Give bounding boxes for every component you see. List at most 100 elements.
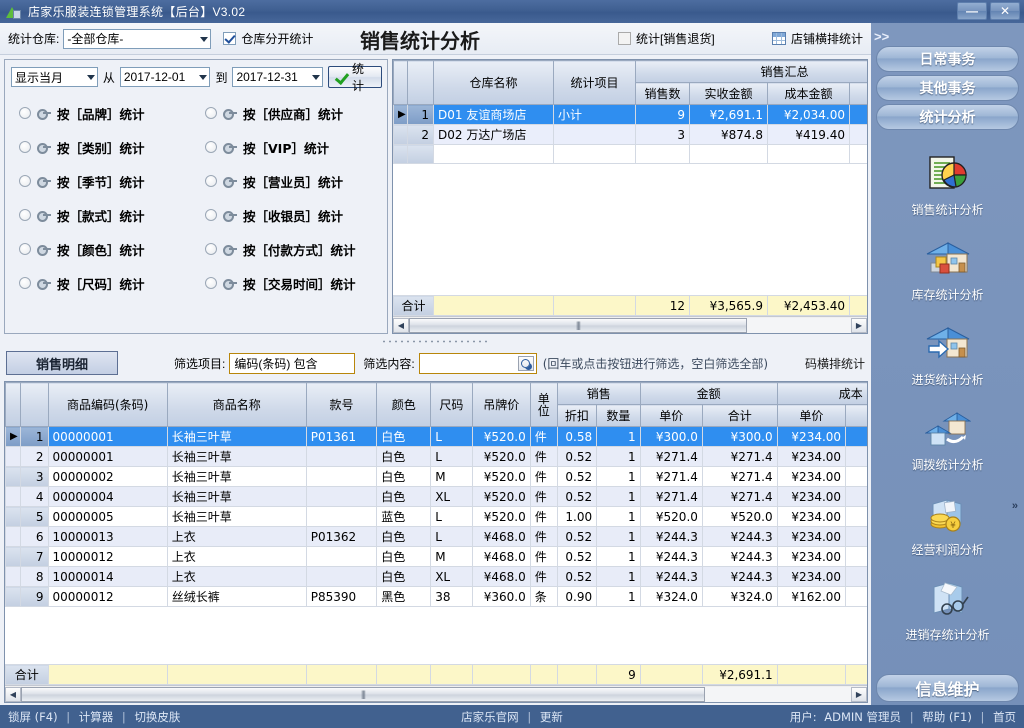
detail-toolbar: 销售明细 筛选项目: 编码(条码) 包含 筛选内容: (回车或点击按钮进行筛选，… [0,349,871,377]
table-row[interactable]: 2 00000001 长袖三叶草 白色 L ¥520.0 件 0.52 1 ¥2… [6,447,869,467]
col-sales-qty[interactable]: 销售数 [636,83,690,105]
option-brand[interactable]: 按［品牌］统计 [5,96,197,130]
panel-splitter[interactable] [0,336,871,346]
scroll-left-icon[interactable]: ◀ [5,687,21,702]
scroll-track[interactable] [705,687,851,702]
calculator-link[interactable]: 计算器 [79,710,114,724]
date-from-picker[interactable]: 2017-12-01 [120,67,211,87]
returns-checkbox[interactable]: 统计[销售退货] [618,30,715,47]
cell-qty: 1 [597,487,641,507]
table-row[interactable]: 4 00000004 长袖三叶草 白色 XL ¥520.0 件 0.52 1 ¥… [6,487,869,507]
table-row[interactable]: ▶ 1 00000001 长袖三叶草 P01361 白色 L ¥520.0 件 … [6,427,869,447]
col-cost-total[interactable]: 合计 [846,405,868,427]
table-row[interactable]: 2 D02 万达广场店 3 ¥874.8 ¥419.40 [394,125,869,145]
col-amount-total[interactable]: 合计 [702,405,777,427]
col-received-amount[interactable]: 实收金额 [690,83,768,105]
summary-grid[interactable]: 仓库名称 统计项目 销售汇总 销售数 实收金额 成本金额 吊 ▶ 1 D01 友… [392,59,868,334]
col-product-name[interactable]: 商品名称 [167,383,306,427]
scroll-right-icon[interactable]: ▶ [851,687,867,702]
table-row[interactable]: 7 10000012 上衣 白色 M ¥468.0 件 0.52 1 ¥244.… [6,547,869,567]
chevron-down-icon [200,37,208,42]
period-select[interactable]: 显示当月 [11,67,98,87]
home-link[interactable]: 首页 [993,710,1016,724]
skin-switch-link[interactable]: 切换皮肤 [134,710,180,724]
sidebar-item-purchase-stats[interactable]: 进货统计分析 [871,320,1024,405]
col-tag-price[interactable]: 吊牌价 [472,383,530,427]
sidebar-item-profit-analysis[interactable]: ¥ 经营利润分析 [871,490,1024,575]
option-trade-time[interactable]: 按［交易时间］统计 [197,266,389,300]
col-cost-unit[interactable]: 单价 [777,405,845,427]
scroll-track[interactable] [747,318,851,333]
scroll-right-icon[interactable]: ▶ [851,318,867,333]
radio-icon [205,141,217,153]
option-vip[interactable]: 按［VIP］统计 [197,130,389,164]
sidebar-item-sales-stats[interactable]: 销售统计分析 [871,150,1024,235]
close-button[interactable]: ✕ [990,2,1020,20]
col-product-code[interactable]: 商品编码(条码) [48,383,167,427]
scroll-left-icon[interactable]: ◀ [393,318,409,333]
option-salesperson[interactable]: 按［营业员］统计 [197,164,389,198]
sidebar-group-other[interactable]: 其他事务 [876,75,1019,101]
col-warehouse-name[interactable]: 仓库名称 [434,61,554,105]
table-row[interactable]: ▶ 1 D01 友谊商场店 小计 9 ¥2,691.1 ¥2,034.00 [394,105,869,125]
col-stat-item[interactable]: 统计项目 [554,61,636,105]
option-season[interactable]: 按［季节］统计 [5,164,197,198]
help-link[interactable]: 帮助 (F1) [922,710,972,724]
cell-warehouse: D02 万达广场店 [434,125,554,145]
sidebar-item-inventory-stats[interactable]: 库存统计分析 [871,235,1024,320]
option-size[interactable]: 按［尺码］统计 [5,266,197,300]
cell-empty [690,145,768,164]
tab-sales-detail[interactable]: 销售明细 [6,351,118,375]
period-select-value: 显示当月 [15,69,63,86]
minimize-button[interactable]: — [957,2,987,20]
scroll-down-icon[interactable]: » [1012,500,1018,512]
filter-content-input[interactable] [419,353,537,374]
date-to-picker[interactable]: 2017-12-31 [232,67,323,87]
table-row[interactable]: 3 00000002 长袖三叶草 白色 M ¥520.0 件 0.52 1 ¥2… [6,467,869,487]
expand-panel-icon[interactable]: >> [874,29,889,44]
col-size[interactable]: 尺码 [431,383,472,427]
table-row[interactable]: 8 10000014 上衣 白色 XL ¥468.0 件 0.52 1 ¥244… [6,567,869,587]
col-cost-amount[interactable]: 成本金额 [768,83,850,105]
col-amount-unit[interactable]: 单价 [640,405,702,427]
option-cashier[interactable]: 按［收银员］统计 [197,198,389,232]
cell-cost-total: ¥234.0 [846,527,868,547]
col-color[interactable]: 颜色 [377,383,431,427]
col-unit[interactable]: 单位 [530,383,557,427]
lock-screen-link[interactable]: 锁屏 (F4) [8,710,58,724]
detail-grid[interactable]: 商品编码(条码) 商品名称 款号 颜色 尺码 吊牌价 单位 销售 金额 成本 折… [4,381,868,703]
option-category[interactable]: 按［类别］统计 [5,130,197,164]
table-row[interactable]: 9 00000012 丝绒长裤 P85390 黑色 38 ¥360.0 条 0.… [6,587,869,607]
option-payment[interactable]: 按［付款方式］统计 [197,232,389,266]
col-discount[interactable]: 折扣 [557,405,596,427]
option-supplier[interactable]: 按［供应商］统计 [197,96,389,130]
option-style[interactable]: 按［款式］统计 [5,198,197,232]
update-link[interactable]: 更新 [540,710,563,724]
sidebar-group-statistics[interactable]: 统计分析 [876,104,1019,130]
main-content: 统计仓库: -全部仓库- 仓库分开统计 销售统计分析 统计[销售退货] 店铺横排… [0,23,871,705]
table-row[interactable]: 5 00000005 长袖三叶草 蓝色 L ¥520.0 件 1.00 1 ¥5… [6,507,869,527]
warehouse-select[interactable]: -全部仓库- [63,29,211,49]
search-icon[interactable] [518,356,534,371]
filter-item-label: 筛选项目: [174,355,225,372]
run-statistics-button[interactable]: 统计 [328,66,382,88]
filter-item-select[interactable]: 编码(条码) 包含 [229,353,355,374]
detail-hscrollbar[interactable]: ◀ ||| ▶ [5,685,867,702]
col-tag-amount[interactable]: 吊 [850,83,869,105]
overlay-size-row-stat-label[interactable]: 码横排统计 [805,355,865,372]
col-qty[interactable]: 数量 [597,405,641,427]
table-row[interactable]: 6 10000013 上衣 P01362 白色 L ¥468.0 件 0.52 … [6,527,869,547]
option-color[interactable]: 按［颜色］统计 [5,232,197,266]
scroll-thumb[interactable]: ||| [21,687,705,702]
sidebar-group-daily[interactable]: 日常事务 [876,46,1019,72]
split-warehouse-checkbox[interactable]: 仓库分开统计 [223,30,313,47]
store-row-stat-button[interactable]: 店铺横排统计 [772,30,863,47]
col-style-no[interactable]: 款号 [306,383,377,427]
scroll-thumb[interactable]: ||| [409,318,747,333]
official-site-link[interactable]: 店家乐官网 [461,710,519,724]
sidebar-item-inventory-flow-stats[interactable]: 进销存统计分析 [871,575,1024,660]
summary-hscrollbar[interactable]: ◀ ||| ▶ [393,316,867,333]
sidebar-group-info-maintenance[interactable]: 信息维护 [876,674,1019,702]
sidebar-item-transfer-stats[interactable]: 调拨统计分析 [871,405,1024,490]
status-center-group: 店家乐官网 | 更新 [461,709,563,725]
